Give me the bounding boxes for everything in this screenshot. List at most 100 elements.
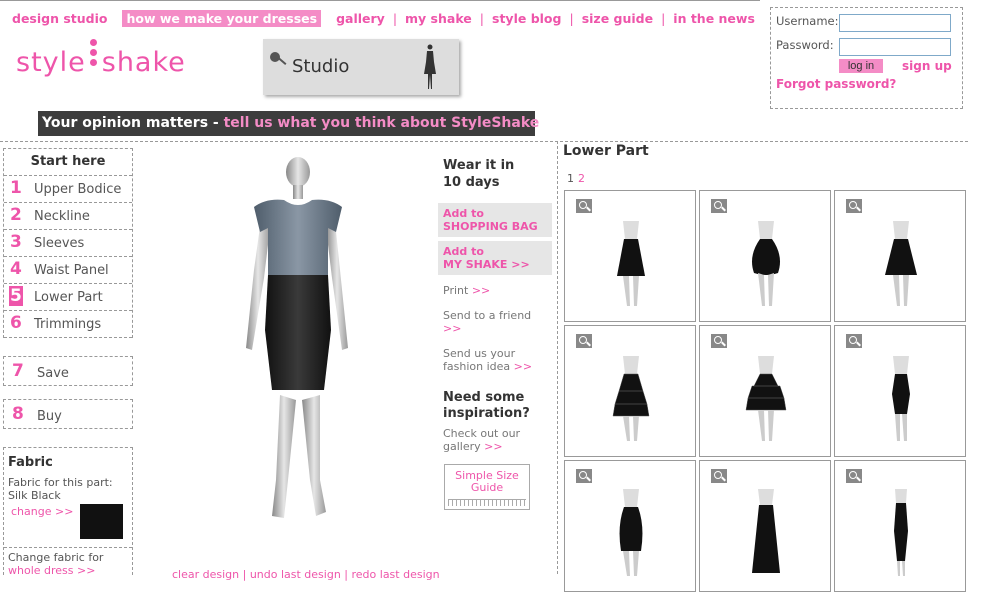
zoom-icon[interactable]: [711, 334, 727, 348]
steps-header: Start here: [4, 149, 132, 176]
opinion-lead: Your opinion matters -: [42, 115, 224, 131]
ruler-icon: [448, 499, 526, 506]
dress-mannequin: [246, 157, 348, 518]
add-bag-line1: Add to: [443, 207, 484, 220]
change-fabric-link[interactable]: change >>: [11, 505, 73, 518]
zoom-icon[interactable]: [711, 469, 727, 483]
fabric-swatch[interactable]: [80, 504, 123, 539]
logo-left: style: [16, 47, 86, 78]
step-label: Trimmings: [34, 317, 102, 332]
nav-my-shake[interactable]: my shake: [404, 11, 473, 26]
arrow: >>: [471, 284, 491, 297]
login-button[interactable]: log in: [839, 59, 883, 73]
need-line2: inspiration?: [443, 406, 530, 421]
password-input[interactable]: [839, 38, 951, 56]
size-guide-line2: Guide: [470, 481, 504, 494]
save-button[interactable]: 7 Save: [3, 356, 133, 386]
nav-size-guide[interactable]: size guide: [581, 11, 654, 26]
whole-dress-fabric: Change fabric for whole dress >>: [8, 551, 103, 577]
username-input[interactable]: [839, 14, 951, 32]
studio-label: Studio: [292, 56, 350, 77]
zoom-icon[interactable]: [711, 199, 727, 213]
step-number: 3: [10, 232, 22, 252]
nav-in-the-news[interactable]: in the news: [672, 11, 756, 26]
option-tile[interactable]: [699, 325, 831, 457]
step-waist-panel[interactable]: 4 Waist Panel: [4, 257, 132, 284]
change-fabric-for: Change fabric for: [8, 551, 104, 564]
nav-separator: |: [569, 11, 574, 26]
nav-separator: |: [661, 11, 666, 26]
step-label: Neckline: [34, 209, 90, 224]
feedback-link[interactable]: tell us what you think about StyleShake: [224, 115, 540, 131]
zoom-icon[interactable]: [846, 334, 862, 348]
option-tile[interactable]: [564, 190, 696, 322]
forgot-password-link[interactable]: Forgot password?: [776, 77, 896, 91]
add-to-bag-button[interactable]: Add to SHOPPING BAG: [438, 203, 552, 237]
nav-design-studio[interactable]: design studio: [11, 11, 108, 26]
fabric-panel: Fabric Fabric for this part: Silk Black …: [3, 447, 133, 577]
zoom-icon[interactable]: [576, 469, 592, 483]
option-tile[interactable]: [834, 325, 966, 457]
option-tile[interactable]: [834, 190, 966, 322]
send-idea-line2: fashion idea: [443, 360, 511, 373]
whole-dress-link[interactable]: whole dress >>: [8, 564, 103, 577]
step-lower-part[interactable]: 5 Lower Part: [4, 284, 132, 311]
nav-separator: |: [392, 11, 398, 26]
zoom-icon[interactable]: [576, 334, 592, 348]
option-tile[interactable]: [699, 460, 831, 592]
delivery-info: Wear it in 10 days: [443, 157, 514, 191]
skirt-thumbnail: [745, 356, 787, 441]
design-steps: Start here 1 Upper Bodice 2 Neckline 3 Slee…: [3, 148, 133, 338]
arrow: >>: [443, 322, 462, 335]
nav-gallery[interactable]: gallery: [335, 11, 386, 26]
option-tile[interactable]: [564, 325, 696, 457]
section-divider: [0, 141, 968, 142]
step-label: Lower Part: [34, 290, 103, 305]
option-tile[interactable]: [564, 460, 696, 592]
fabric-title: Fabric: [8, 455, 53, 470]
design-history-links[interactable]: clear design | undo last design | redo l…: [172, 568, 440, 581]
print-link[interactable]: Print >>: [443, 284, 490, 297]
size-guide-button[interactable]: Simple Size Guide: [444, 464, 530, 510]
step-sleeves[interactable]: 3 Sleeves: [4, 230, 132, 257]
nav-how-we-make[interactable]: how we make your dresses: [122, 10, 322, 27]
page-2[interactable]: 2: [578, 172, 585, 185]
add-to-my-shake-button[interactable]: Add to MY SHAKE >>: [438, 241, 552, 275]
step-number: 6: [10, 313, 22, 333]
add-bag-line2: SHOPPING BAG: [443, 220, 538, 233]
column-divider: [557, 141, 558, 574]
studio-banner[interactable]: Studio: [263, 39, 459, 95]
step-neckline[interactable]: 2 Neckline: [4, 203, 132, 230]
skirt-thumbnail: [752, 489, 780, 573]
page-1[interactable]: 1: [567, 172, 574, 185]
zoom-icon[interactable]: [846, 469, 862, 483]
signup-link[interactable]: sign up: [902, 59, 952, 73]
arrow: >>: [513, 360, 533, 373]
send-to-friend-link[interactable]: Send to a friend >>: [443, 309, 531, 335]
buy-button[interactable]: 8 Buy: [3, 399, 133, 429]
send-idea-line1: Send us your: [443, 347, 516, 360]
nav-separator: |: [479, 11, 485, 26]
send-fashion-idea-link[interactable]: Send us your fashion idea >>: [443, 347, 532, 373]
skirt-thumbnail: [892, 356, 910, 441]
zoom-icon[interactable]: [576, 199, 592, 213]
add-shake-line2: MY SHAKE >>: [443, 258, 530, 271]
fabric-for-part: Fabric for this part:: [8, 476, 113, 489]
step-label: Waist Panel: [34, 263, 109, 278]
skirt-thumbnail: [617, 221, 645, 306]
skirt-thumbnail: [894, 489, 908, 576]
opinion-banner: Your opinion matters - tell us what you …: [38, 111, 539, 136]
fabric-name: Silk Black: [8, 489, 61, 502]
step-number: 8: [12, 404, 24, 424]
login-box: Username: Password: log in sign up Forgo…: [770, 7, 963, 109]
option-tile[interactable]: [834, 460, 966, 592]
password-label: Password:: [776, 38, 834, 52]
step-upper-bodice[interactable]: 1 Upper Bodice: [4, 176, 132, 203]
nav-style-blog[interactable]: style blog: [491, 11, 562, 26]
styleshake-logo[interactable]: style shake: [16, 38, 186, 78]
fabric-info: Fabric for this part: Silk Black: [8, 476, 128, 502]
step-trimmings[interactable]: 6 Trimmings: [4, 311, 132, 338]
option-tile[interactable]: [699, 190, 831, 322]
gallery-link[interactable]: Check out our gallery >>: [443, 427, 520, 453]
zoom-icon[interactable]: [846, 199, 862, 213]
